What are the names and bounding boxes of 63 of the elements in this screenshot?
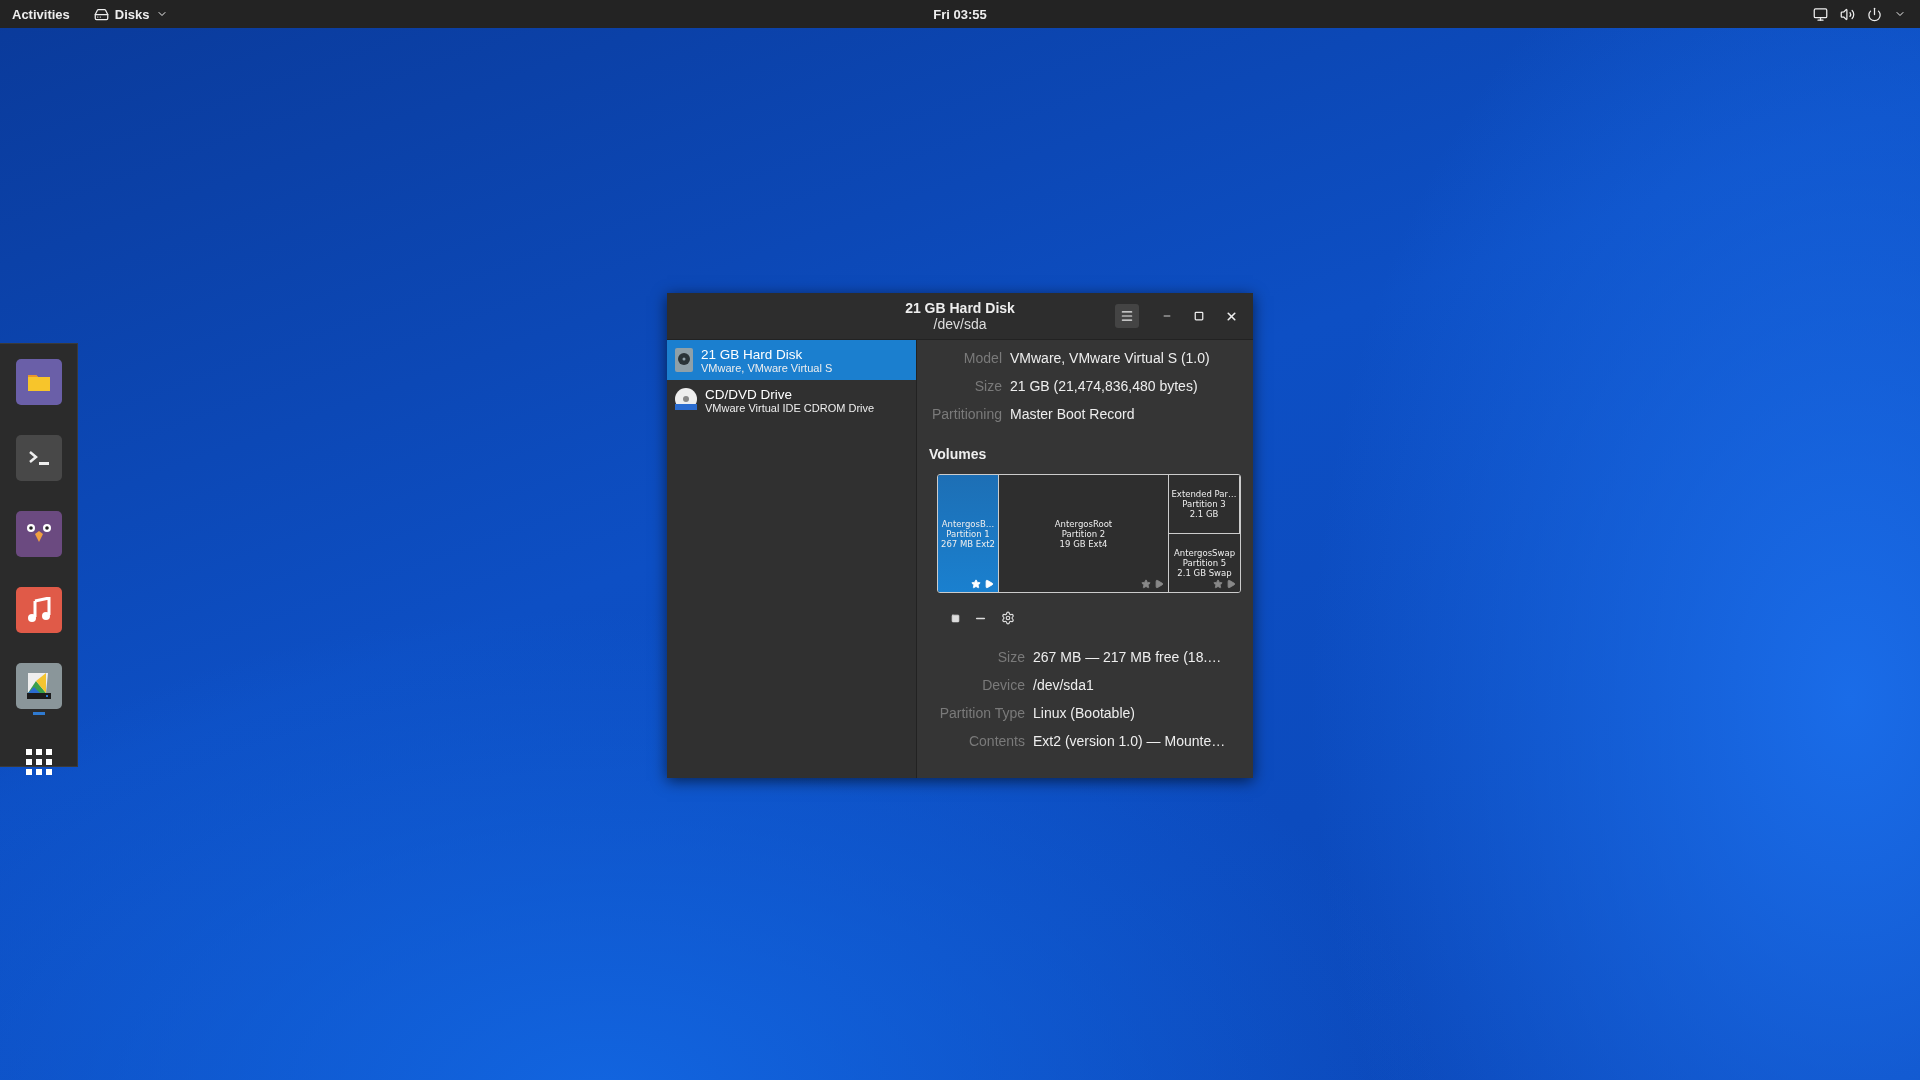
drive-model: VMware, VMware Virtual S: [701, 361, 833, 374]
stop-icon: [951, 613, 960, 623]
settings-button[interactable]: [1001, 611, 1015, 625]
gear-icon: [1001, 611, 1015, 625]
drive-name: CD/DVD Drive: [705, 386, 793, 402]
close-icon: [1224, 309, 1238, 323]
star-icon: [971, 579, 981, 589]
terminal-prompt-icon: [27, 450, 50, 466]
app-menu[interactable]: Disks: [81, 6, 180, 22]
disk-app-icon: [93, 6, 109, 22]
detail-label: Contents: [967, 733, 1025, 749]
activities-button[interactable]: Activities: [0, 6, 82, 22]
dock-app-button[interactable]: [15, 511, 62, 557]
volume-icon[interactable]: [1840, 6, 1855, 22]
info-value: 21 GB (21,474,836,480 bytes): [1010, 378, 1199, 394]
detail-label: Partition Type: [938, 705, 1025, 721]
volumes-heading: Volumes: [929, 446, 988, 462]
drive-name: 21 GB Hard Disk: [701, 346, 804, 362]
play-icon: [1226, 579, 1236, 589]
drive-item[interactable]: 21 GB Hard Disk VMware, VMware Virtual S: [667, 340, 916, 380]
play-icon: [1154, 579, 1164, 589]
detail-value: Ext2 (version 1.0) — Mounte…: [1033, 733, 1227, 749]
partition-block[interactable]: AntergosRoot Partition 2 19 GB Ext4: [999, 475, 1169, 592]
app-grid-icon: [25, 749, 52, 775]
info-value: VMware, VMware Virtual S (1.0): [1010, 350, 1211, 366]
unmount-button[interactable]: [951, 613, 960, 623]
folder-icon: [26, 372, 51, 392]
optical-disc-icon: [673, 387, 699, 413]
window-title: 21 GB Hard Disk: [905, 300, 1015, 316]
window-subtitle: /dev/sda: [933, 316, 987, 332]
power-icon[interactable]: [1867, 6, 1882, 22]
partition-label: AntergosB… Partition 1 267 MB Ext2: [941, 518, 995, 549]
detail-value: Linux (Bootable): [1033, 705, 1136, 721]
star-icon: [1141, 579, 1151, 589]
star-icon: [1213, 579, 1223, 589]
dock-app-button[interactable]: [15, 359, 62, 405]
partition-label: AntergosRoot Partition 2 19 GB Ext4: [1054, 518, 1113, 549]
play-icon: [984, 579, 994, 589]
detail-label: Device: [981, 677, 1025, 693]
drive-model: VMware Virtual IDE CDROM Drive: [705, 401, 875, 414]
info-label: Partitioning: [930, 406, 1002, 422]
partition-label: Extended Par… Partition 3 2.1 GB: [1171, 489, 1237, 519]
clock[interactable]: Fri 03:55: [933, 6, 987, 22]
menu-button[interactable]: [1115, 304, 1139, 328]
dock-app-button[interactable]: [15, 663, 62, 709]
partition-block[interactable]: AntergosB… Partition 1 267 MB Ext2: [938, 475, 999, 592]
partition-label: AntergosSwap Partition 5 2.1 GB Swap: [1173, 548, 1236, 578]
partition-block[interactable]: AntergosSwap Partition 5 2.1 GB Swap: [1169, 534, 1240, 592]
info-value: Master Boot Record: [1010, 406, 1136, 422]
drive-item[interactable]: CD/DVD Drive VMware Virtual IDE CDROM Drive: [667, 380, 916, 420]
dock-app-button[interactable]: [15, 435, 62, 481]
music-note-icon: [26, 597, 51, 623]
maximize-icon: [1194, 311, 1204, 321]
network-icon[interactable]: [1813, 6, 1828, 22]
disk-drive-icon: [24, 671, 53, 701]
detail-value: /dev/sda1: [1033, 677, 1095, 693]
info-label: Model: [962, 350, 1002, 366]
detail-label: Size: [996, 649, 1025, 665]
detail-value: 267 MB — 217 MB free (18.…: [1033, 649, 1223, 665]
info-label: Size: [973, 378, 1002, 394]
menu-icon: [1120, 309, 1134, 323]
dock-app-button[interactable]: [15, 587, 62, 633]
partition-block[interactable]: Extended Par… Partition 3 2.1 GB: [1169, 475, 1240, 533]
